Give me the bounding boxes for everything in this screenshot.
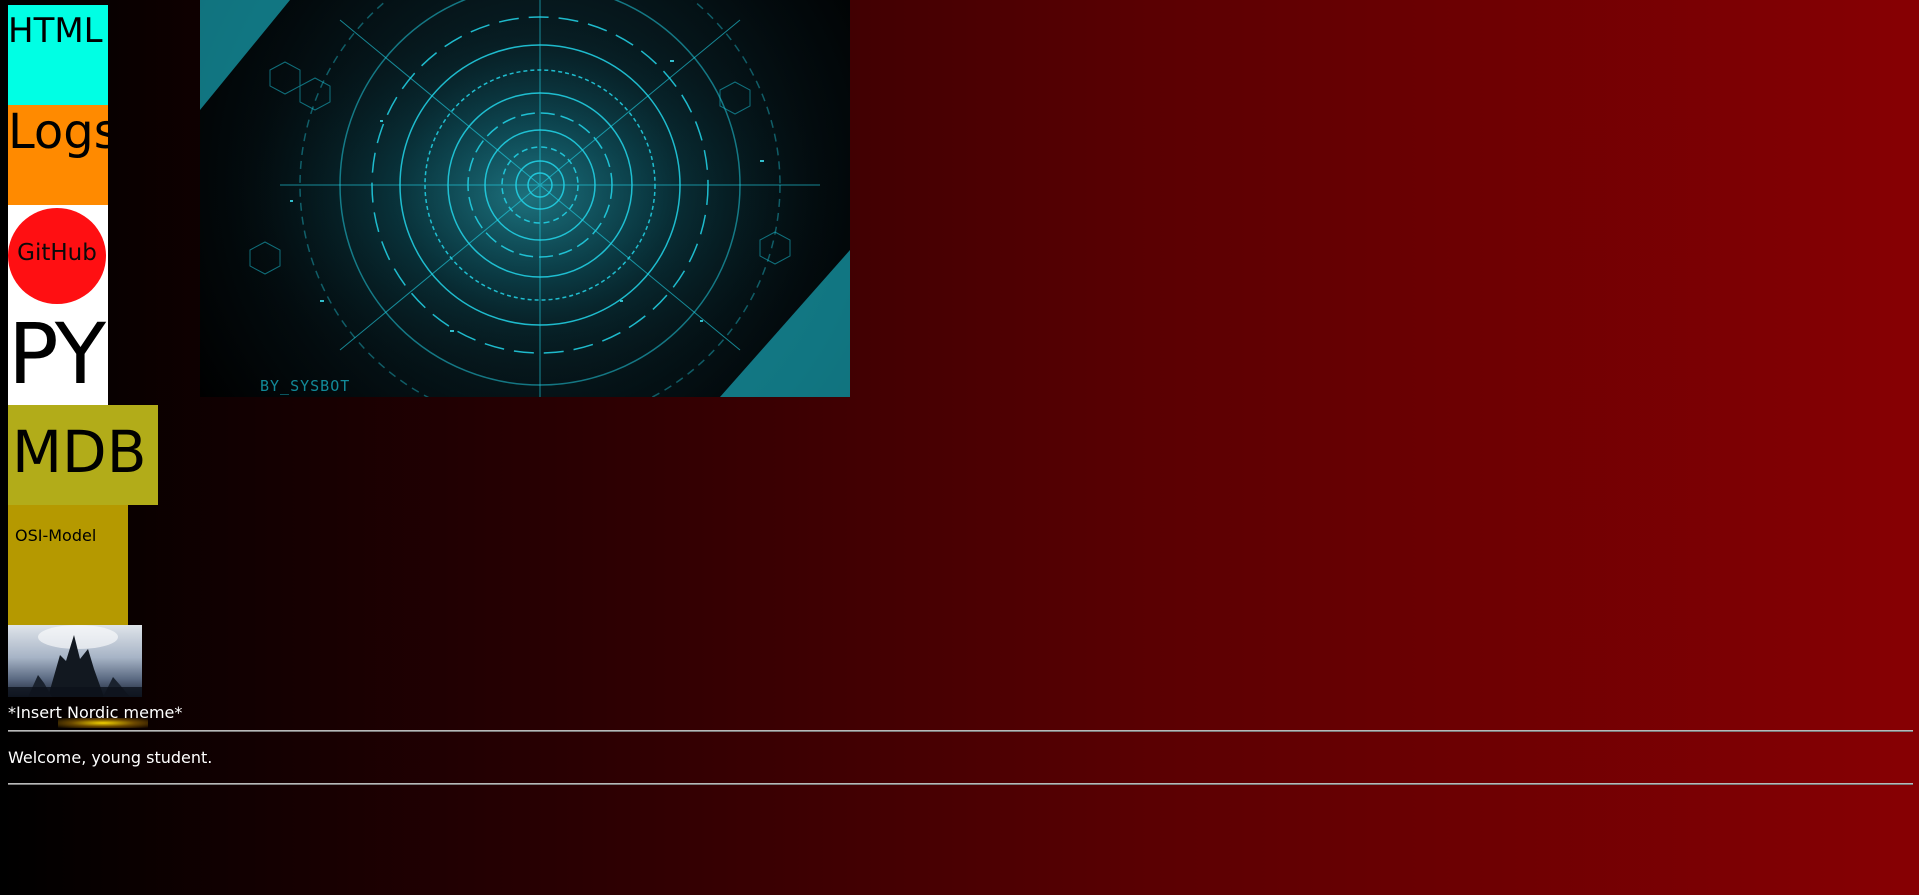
divider-top (8, 730, 1913, 732)
nav-py-button[interactable]: PY (8, 305, 108, 405)
nav-logs-label: Logs (8, 105, 108, 160)
github-circle-icon: GitHub (8, 208, 106, 304)
nordic-caption-text: *Insert Nordic meme* (8, 703, 183, 722)
hero-cyber-image: BY_SYSBOT (200, 0, 850, 397)
nav-github-button[interactable]: GitHub (8, 205, 108, 305)
nordic-meme-image (8, 625, 142, 697)
nav-github-label: GitHub (17, 240, 97, 266)
hero-cyber-graphic (200, 0, 850, 397)
hero-watermark: BY_SYSBOT (260, 377, 351, 395)
nav-html-label: HTML (8, 11, 103, 51)
nav-html-button[interactable]: HTML (8, 5, 108, 105)
nav-osi-model-button[interactable]: OSI-Model (8, 505, 128, 625)
nordic-meme-caption: *Insert Nordic meme* (8, 702, 183, 728)
welcome-message: Welcome, young student. (8, 748, 213, 767)
divider-bottom (8, 783, 1913, 785)
nav-py-label: PY (8, 305, 106, 403)
nav-mdb-button[interactable]: MDB (8, 405, 158, 505)
nordic-tree-graphic (8, 625, 142, 697)
nav-osi-model-label: OSI-Model (15, 526, 97, 545)
nav-logs-button[interactable]: Logs (8, 105, 108, 205)
nav-mdb-label: MDB (12, 418, 147, 486)
